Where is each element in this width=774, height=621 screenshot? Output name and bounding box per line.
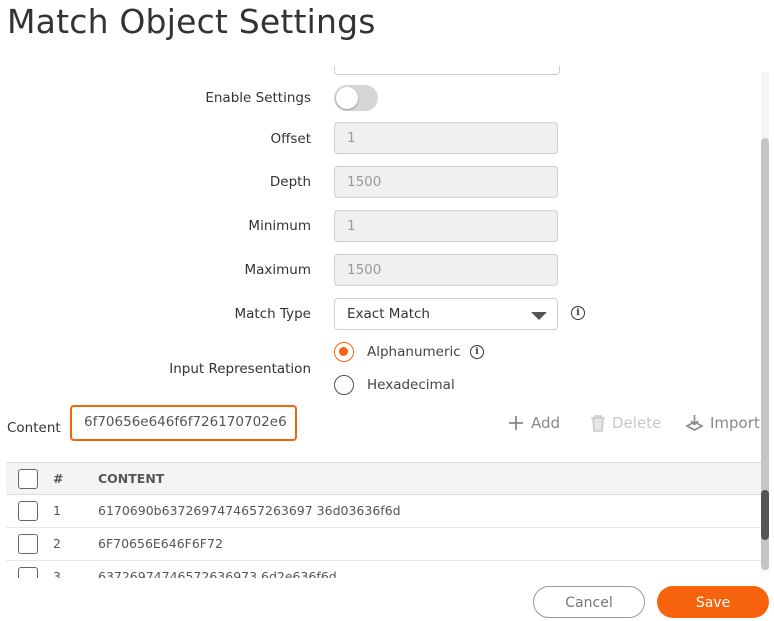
table-row[interactable]: 1 6170690b6372697474657263697 36d03636f6… [6,495,761,528]
page-title: Match Object Settings [7,2,376,41]
import-icon [685,415,704,431]
header-num: # [53,471,64,486]
match-type-label: Match Type [234,306,312,322]
alphanumeric-label: Alphanumeric [367,344,461,360]
delete-label: Delete [612,414,662,432]
row-content: 63726974746572636973 6d2e636f6d [98,569,337,578]
add-button[interactable]: Add [507,414,560,432]
toggle-knob [336,87,358,109]
table-row[interactable]: 3 63726974746572636973 6d2e636f6d [6,561,761,578]
content-label: Content [7,420,61,436]
input-representation-label: Input Representation [169,361,311,377]
scrollbar-handle[interactable] [761,490,769,540]
content-input[interactable]: 6f70656e646f6f726170702e6 [70,405,297,441]
table-row[interactable]: 2 6F70656E646F6F72 [6,528,761,561]
save-button[interactable]: Save [657,586,769,618]
select-all-checkbox[interactable] [18,469,38,489]
depth-input: 1500 [334,166,558,198]
offset-input: 1 [334,122,558,154]
import-button[interactable]: Import [685,414,760,432]
import-label: Import [710,414,760,432]
row-num: 3 [53,569,61,578]
row-num: 1 [53,503,61,518]
hexadecimal-label: Hexadecimal [367,377,455,393]
settings-form: Enable Settings Offset 1 Depth 1500 Mini… [0,66,770,578]
content-table: # CONTENT 1 6170690b6372697474657263697 … [6,462,761,578]
table-header: # CONTENT [6,463,761,495]
match-type-value: Exact Match [347,306,430,322]
info-icon[interactable]: i [470,345,484,359]
maximum-input: 1500 [334,254,558,286]
row-content: 6F70656E646F6F72 [98,536,223,551]
hexadecimal-radio[interactable] [334,375,354,395]
row-checkbox[interactable] [18,567,38,578]
row-checkbox[interactable] [18,501,38,521]
header-content: CONTENT [98,471,165,486]
match-type-select[interactable]: Exact Match [334,298,558,330]
cancel-button[interactable]: Cancel [533,586,645,618]
clipped-field [334,66,560,75]
alphanumeric-radio[interactable] [334,342,354,362]
plus-icon [509,416,523,430]
minimum-label: Minimum [248,218,311,234]
delete-button[interactable]: Delete [590,414,661,432]
depth-label: Depth [269,174,311,190]
info-icon[interactable]: i [571,306,585,320]
row-content: 6170690b6372697474657263697 36d03636f6d [98,503,401,518]
row-checkbox[interactable] [18,534,38,554]
maximum-label: Maximum [244,262,311,278]
offset-label: Offset [270,131,311,147]
chevron-down-icon [531,312,547,320]
enable-settings-label: Enable Settings [205,90,311,106]
enable-settings-toggle[interactable] [334,85,378,111]
row-num: 2 [53,536,61,551]
minimum-input: 1 [334,210,558,242]
trash-icon [591,415,605,432]
add-label: Add [531,414,561,432]
